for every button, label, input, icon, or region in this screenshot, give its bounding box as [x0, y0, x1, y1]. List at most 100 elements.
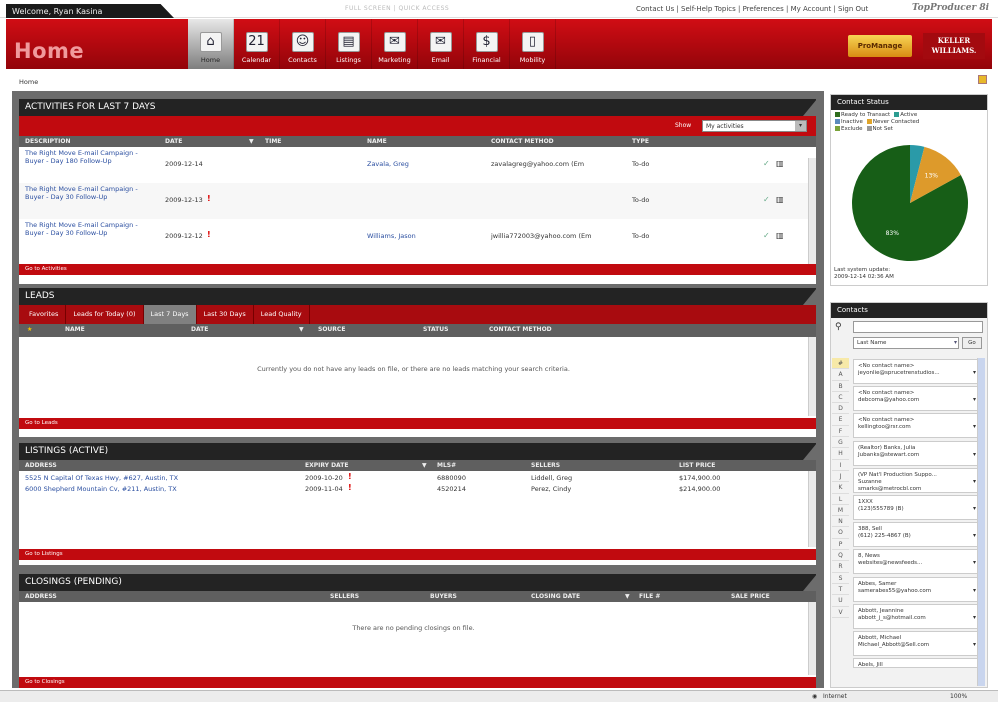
delete-icon[interactable]: ▥ — [776, 159, 784, 168]
contact-card[interactable]: Abbott, Jeannine abbott_j_s@hotmail.com ▾ — [853, 603, 981, 629]
go-to-activities-link[interactable]: Go to Activities — [19, 264, 816, 275]
nav-contacts[interactable]: ☺ Contacts — [280, 19, 326, 69]
contact-menu-icon[interactable]: ▾ — [973, 451, 976, 458]
leads-tab-3[interactable]: Last 30 Days — [197, 305, 254, 324]
nav-email[interactable]: ✉ Email — [418, 19, 464, 69]
contact-card[interactable]: <No contact name> kellingtoo@rsr.com ▾ — [853, 413, 981, 439]
listing-row[interactable]: 6000 Shepherd Mountain Cv, #211, Austin,… — [19, 483, 808, 494]
delete-icon[interactable]: ▥ — [776, 195, 784, 204]
contact-menu-icon[interactable]: ▾ — [973, 423, 976, 430]
help-icon[interactable] — [978, 75, 987, 84]
contact-card[interactable]: Abbott, Michael Michael_Abbott@Sell.com ▾ — [853, 631, 981, 656]
alpha-letter[interactable]: H — [832, 448, 849, 460]
leads-tab-1[interactable]: Leads for Today (0) — [66, 305, 144, 324]
chevron-down-icon[interactable]: ▾ — [795, 121, 806, 131]
contact-menu-icon[interactable]: ▾ — [973, 587, 976, 594]
activity-contact-link[interactable]: Williams, Jason — [367, 232, 416, 240]
closings-scrollbar[interactable] — [808, 602, 816, 675]
contact-card[interactable]: <No contact name> debcoma@yahoo.com ▾ — [853, 386, 981, 412]
go-to-listings-link[interactable]: Go to Listings — [19, 549, 816, 560]
go-to-leads-link[interactable]: Go to Leads — [19, 418, 816, 429]
alpha-letter[interactable]: G — [832, 437, 849, 449]
activity-description-link[interactable]: The Right Move E-mail Campaign - Buyer -… — [25, 185, 153, 201]
legend-item: Inactive — [835, 119, 863, 125]
contact-menu-icon[interactable]: ▾ — [973, 614, 976, 621]
contacts-scrollbar[interactable] — [977, 358, 985, 686]
breadcrumb[interactable]: Home — [19, 78, 38, 86]
listing-row[interactable]: 5525 N Capital Of Texas Hwy, #627, Austi… — [19, 472, 808, 483]
leads-tab-4[interactable]: Lead Quality — [254, 305, 310, 324]
go-button[interactable]: Go — [962, 337, 982, 349]
activity-row[interactable]: The Right Move E-mail Campaign - Buyer -… — [19, 219, 808, 255]
alpha-letter[interactable]: C — [832, 392, 849, 404]
alpha-letter[interactable]: Q — [832, 550, 849, 562]
alpha-letter[interactable]: P — [832, 539, 849, 551]
nav-calendar[interactable]: 21 Calendar — [234, 19, 280, 69]
alpha-letter[interactable]: K — [832, 482, 849, 494]
leads-panel: LEADS Favorites Leads for Today (0) Last 7… — [19, 288, 817, 437]
contact-card[interactable]: Abels, Jill — [853, 658, 981, 669]
alpha-letter[interactable]: O — [832, 527, 849, 539]
leads-scrollbar[interactable] — [808, 337, 816, 416]
activities-scrollbar[interactable] — [808, 158, 816, 264]
contact-search-input[interactable] — [853, 321, 983, 333]
alpha-letter[interactable]: J — [832, 471, 849, 483]
alpha-letter[interactable]: D — [832, 403, 849, 415]
listing-address-link[interactable]: 6000 Shepherd Mountain Cv, #211, Austin,… — [25, 485, 177, 493]
nav-home[interactable]: ⌂ Home — [188, 19, 234, 69]
alpha-letter[interactable]: V — [832, 607, 849, 618]
complete-check-icon[interactable]: ✓ — [763, 231, 770, 240]
activity-description-link[interactable]: The Right Move E-mail Campaign - Buyer -… — [25, 149, 153, 165]
contact-menu-icon[interactable]: ▾ — [973, 396, 976, 403]
contact-menu-icon[interactable]: ▾ — [973, 559, 976, 566]
leads-tab-0[interactable]: Favorites — [22, 305, 67, 324]
complete-check-icon[interactable]: ✓ — [763, 195, 770, 204]
activity-row[interactable]: The Right Move E-mail Campaign - Buyer -… — [19, 147, 808, 183]
listings-scrollbar[interactable] — [808, 471, 816, 547]
sidebar: Contact Status Ready to Transact Active In… — [830, 94, 988, 688]
nav-listings[interactable]: ▤ Listings — [326, 19, 372, 69]
contact-card[interactable]: (VP Nat'l Production Suppo... Suzanne smar… — [853, 467, 981, 493]
alpha-letter[interactable]: L — [832, 494, 849, 505]
listing-address-link[interactable]: 5525 N Capital Of Texas Hwy, #627, Austi… — [25, 474, 178, 482]
contact-menu-icon[interactable]: ▾ — [973, 369, 976, 376]
alpha-letter[interactable]: U — [832, 595, 849, 607]
alpha-letter[interactable]: # — [832, 358, 849, 370]
alpha-letter[interactable]: E — [832, 414, 849, 426]
contact-card[interactable]: (Realtor) Banks, Julia Jubanks@stewart.co… — [853, 440, 981, 466]
contact-menu-icon[interactable]: ▾ — [973, 478, 976, 485]
alpha-letter[interactable]: I — [832, 460, 849, 471]
quick-links[interactable]: FULL SCREEN | QUICK ACCESS — [345, 5, 449, 12]
promanage-button[interactable]: ProManage — [848, 35, 912, 57]
contact-menu-icon[interactable]: ▾ — [973, 641, 976, 648]
leads-tab-2[interactable]: Last 7 Days — [143, 305, 197, 324]
go-to-closings-link[interactable]: Go to Closings — [19, 677, 816, 688]
sort-select[interactable]: Last Name ▾ — [853, 337, 959, 349]
alpha-letter[interactable]: A — [832, 369, 849, 381]
nav-mobility[interactable]: ▯ Mobility — [510, 19, 556, 69]
alpha-letter[interactable]: N — [832, 516, 849, 528]
complete-check-icon[interactable]: ✓ — [763, 159, 770, 168]
contact-card[interactable]: 388, Sell (612) 225-4867 (B) ▾ — [853, 522, 981, 548]
contact-menu-icon[interactable]: ▾ — [973, 505, 976, 512]
nav-financial[interactable]: $ Financial — [464, 19, 510, 69]
zoom-level[interactable]: 100% — [950, 693, 967, 700]
account-links[interactable]: Contact Us | Self-Help Topics | Preferen… — [636, 5, 868, 13]
alpha-letter[interactable]: F — [832, 426, 849, 438]
alpha-letter[interactable]: M — [832, 505, 849, 517]
contact-card[interactable]: Abbes, Samer samerabes55@yahoo.com ▾ — [853, 576, 981, 602]
alpha-letter[interactable]: S — [832, 573, 849, 584]
alpha-letter[interactable]: R — [832, 561, 849, 573]
alpha-letter[interactable]: T — [832, 584, 849, 596]
show-select[interactable]: My activities ▾ — [702, 120, 807, 132]
alpha-letter[interactable]: B — [832, 381, 849, 392]
contact-menu-icon[interactable]: ▾ — [973, 532, 976, 539]
contact-card[interactable]: 8, News websites@newsfeeds... ▾ — [853, 549, 981, 575]
activity-description-link[interactable]: The Right Move E-mail Campaign - Buyer -… — [25, 221, 153, 237]
delete-icon[interactable]: ▥ — [776, 231, 784, 240]
contact-card[interactable]: <No contact name> jeyonlie@sprucetrenstud… — [853, 359, 981, 384]
activity-row[interactable]: The Right Move E-mail Campaign - Buyer -… — [19, 183, 808, 219]
activity-contact-link[interactable]: Zavala, Greg — [367, 160, 409, 168]
contact-card[interactable]: 1XXX (123)555789 (B) ▾ — [853, 495, 981, 520]
nav-marketing[interactable]: ✉ Marketing — [372, 19, 418, 69]
